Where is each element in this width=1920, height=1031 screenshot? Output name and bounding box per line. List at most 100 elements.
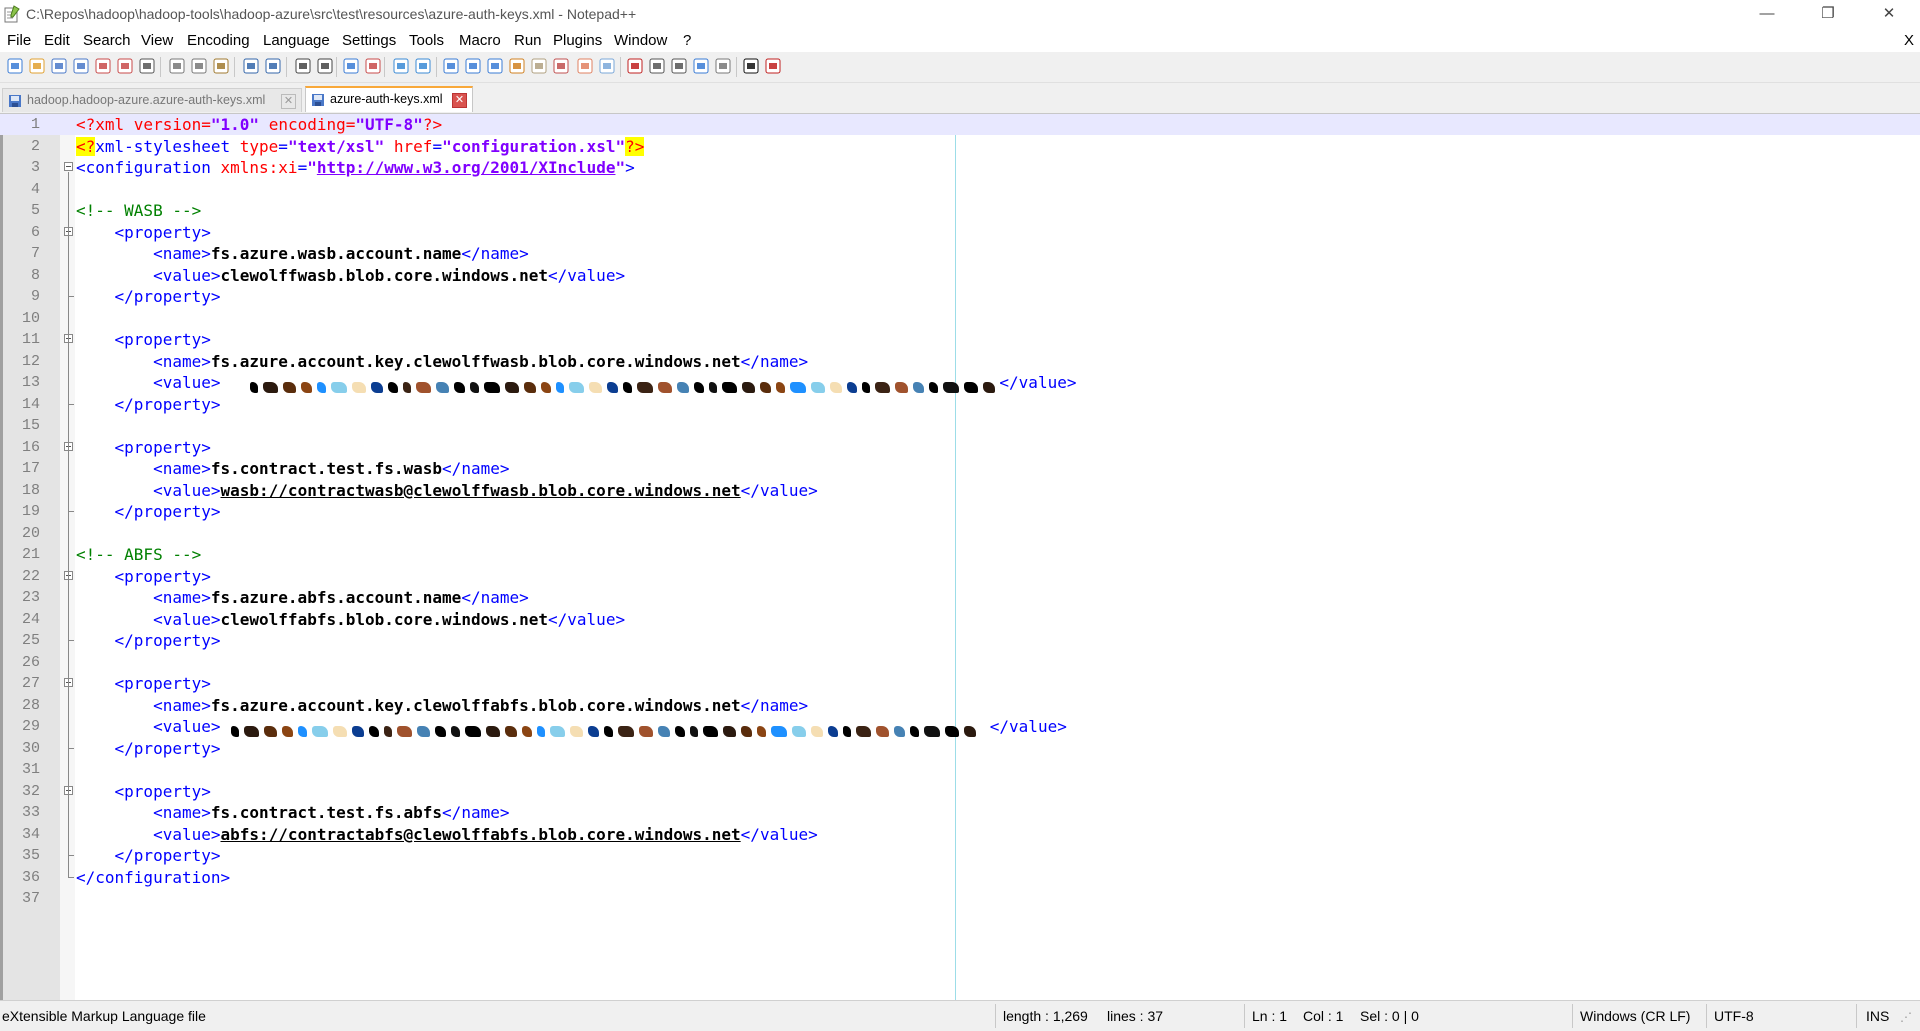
menu-plugins[interactable]: Plugins bbox=[553, 32, 602, 49]
redaction-mark bbox=[417, 725, 431, 737]
line-number: 17 bbox=[21, 460, 40, 477]
menu-view[interactable]: View bbox=[141, 32, 173, 49]
close-icon[interactable] bbox=[94, 57, 112, 75]
toolbar bbox=[0, 52, 1920, 83]
indent-guide-icon[interactable] bbox=[486, 57, 504, 75]
restore-button[interactable]: ❐ bbox=[1805, 0, 1851, 30]
redaction-mark bbox=[604, 725, 614, 737]
sync-horizontal-icon[interactable] bbox=[414, 57, 432, 75]
redaction-mark bbox=[703, 725, 719, 737]
stop-macro-icon[interactable] bbox=[648, 57, 666, 75]
toolbar-separator bbox=[234, 57, 235, 77]
status-insert-mode[interactable]: INS bbox=[1866, 1008, 1889, 1024]
fold-toggle-icon[interactable] bbox=[64, 162, 73, 171]
redaction-mark bbox=[722, 381, 738, 393]
folder-as-workspace-icon[interactable] bbox=[576, 57, 594, 75]
code-line: 16 <property> bbox=[0, 437, 1920, 458]
undo-icon[interactable] bbox=[242, 57, 260, 75]
copy-icon[interactable] bbox=[190, 57, 208, 75]
line-number: 28 bbox=[21, 696, 40, 714]
menu-edit[interactable]: Edit bbox=[44, 32, 70, 49]
menu-file[interactable]: File bbox=[7, 32, 31, 49]
redaction-mark bbox=[895, 381, 909, 393]
line-number: 7 bbox=[30, 245, 40, 262]
doc-map-icon[interactable] bbox=[530, 57, 548, 75]
status-encoding[interactable]: UTF-8 bbox=[1714, 1008, 1754, 1024]
save-all-icon[interactable] bbox=[72, 57, 90, 75]
redaction-mark bbox=[742, 381, 756, 393]
redaction-mark bbox=[945, 725, 960, 737]
line-number: 8 bbox=[30, 266, 40, 284]
line-number: 1 bbox=[30, 116, 40, 133]
tab-azure-auth-keys[interactable]: azure-auth-keys.xml ✕ bbox=[305, 86, 473, 112]
code-text: <name>fs.azure.wasb.account.name</name> bbox=[153, 244, 529, 263]
run-macro-multiple-icon[interactable] bbox=[692, 57, 710, 75]
spell-check-icon[interactable] bbox=[764, 57, 782, 75]
line-number: 14 bbox=[21, 395, 40, 413]
cut-icon[interactable] bbox=[168, 57, 186, 75]
sync-vertical-icon[interactable] bbox=[392, 57, 410, 75]
code-text: <!-- ABFS --> bbox=[76, 545, 202, 564]
redaction-mark bbox=[862, 381, 871, 393]
save-icon[interactable] bbox=[50, 57, 68, 75]
close-all-icon[interactable] bbox=[116, 57, 134, 75]
code-text: <value> </value> bbox=[153, 373, 1077, 393]
record-macro-icon[interactable] bbox=[626, 57, 644, 75]
line-number: 23 bbox=[21, 589, 40, 606]
status-eol-format[interactable]: Windows (CR LF) bbox=[1580, 1008, 1690, 1024]
menu-encoding[interactable]: Encoding bbox=[187, 32, 250, 49]
status-column: Col : 1 bbox=[1303, 1008, 1344, 1024]
redo-icon[interactable] bbox=[264, 57, 282, 75]
menu-run[interactable]: Run bbox=[514, 32, 542, 49]
code-line: 30 </property> bbox=[0, 738, 1920, 759]
show-all-chars-icon[interactable] bbox=[464, 57, 482, 75]
menu-tools[interactable]: Tools bbox=[409, 32, 444, 49]
tab-hadoop-azure-auth-keys[interactable]: hadoop.hadoop-azure.azure-auth-keys.xml … bbox=[2, 88, 302, 112]
code-line: 18 <value>wasb://contractwasb@clewolffwa… bbox=[0, 480, 1920, 501]
line-number: 11 bbox=[21, 331, 40, 348]
close-tab-icon[interactable]: ✕ bbox=[281, 94, 296, 109]
open-file-icon[interactable] bbox=[28, 57, 46, 75]
redaction-mark bbox=[470, 381, 480, 393]
find-icon[interactable] bbox=[294, 57, 312, 75]
menu-help[interactable]: ? bbox=[683, 32, 691, 49]
menu-macro[interactable]: Macro bbox=[459, 32, 501, 49]
word-wrap-icon[interactable] bbox=[442, 57, 460, 75]
paste-icon[interactable] bbox=[212, 57, 230, 75]
jslint-icon[interactable] bbox=[742, 57, 760, 75]
code-line: 28 <name>fs.azure.account.key.clewolffab… bbox=[0, 695, 1920, 716]
code-line: 7 <name>fs.azure.wasb.account.name</name… bbox=[0, 243, 1920, 264]
line-number: 36 bbox=[21, 868, 40, 886]
redaction-mark bbox=[298, 725, 308, 737]
code-line: 15 bbox=[0, 415, 1920, 436]
save-macro-icon[interactable] bbox=[714, 57, 732, 75]
redaction-mark bbox=[435, 725, 447, 737]
replace-icon[interactable] bbox=[316, 57, 334, 75]
code-line: 35 </property> bbox=[0, 845, 1920, 866]
menu-search[interactable]: Search bbox=[83, 32, 131, 49]
editor[interactable]: 1 <?xml version="1.0" encoding="UTF-8"?> 2… bbox=[0, 114, 1920, 1000]
monitoring-icon[interactable] bbox=[598, 57, 616, 75]
resize-grip-icon[interactable]: ⋰ bbox=[1900, 1010, 1912, 1024]
user-defined-language-icon[interactable] bbox=[508, 57, 526, 75]
zoom-out-icon[interactable] bbox=[364, 57, 382, 75]
redaction-mark bbox=[623, 381, 633, 393]
function-list-icon[interactable] bbox=[552, 57, 570, 75]
code-text: </configuration> bbox=[76, 867, 231, 887]
menu-settings[interactable]: Settings bbox=[342, 32, 396, 49]
redaction-mark bbox=[541, 381, 552, 393]
print-icon[interactable] bbox=[138, 57, 156, 75]
new-file-icon[interactable] bbox=[6, 57, 24, 75]
close-tab-icon[interactable]: ✕ bbox=[452, 93, 467, 108]
code-text: <?xml version="1.0" encoding="UTF-8"?> bbox=[76, 115, 443, 134]
menu-window[interactable]: Window bbox=[614, 32, 667, 49]
close-document-button[interactable]: X bbox=[1904, 32, 1914, 49]
minimize-button[interactable]: — bbox=[1744, 0, 1790, 30]
close-window-button[interactable]: ✕ bbox=[1866, 0, 1912, 30]
play-macro-icon[interactable] bbox=[670, 57, 688, 75]
redaction-mark bbox=[451, 725, 461, 737]
menu-language[interactable]: Language bbox=[263, 32, 330, 49]
redaction-mark bbox=[333, 725, 348, 737]
redaction-mark bbox=[792, 725, 807, 737]
zoom-in-icon[interactable] bbox=[342, 57, 360, 75]
